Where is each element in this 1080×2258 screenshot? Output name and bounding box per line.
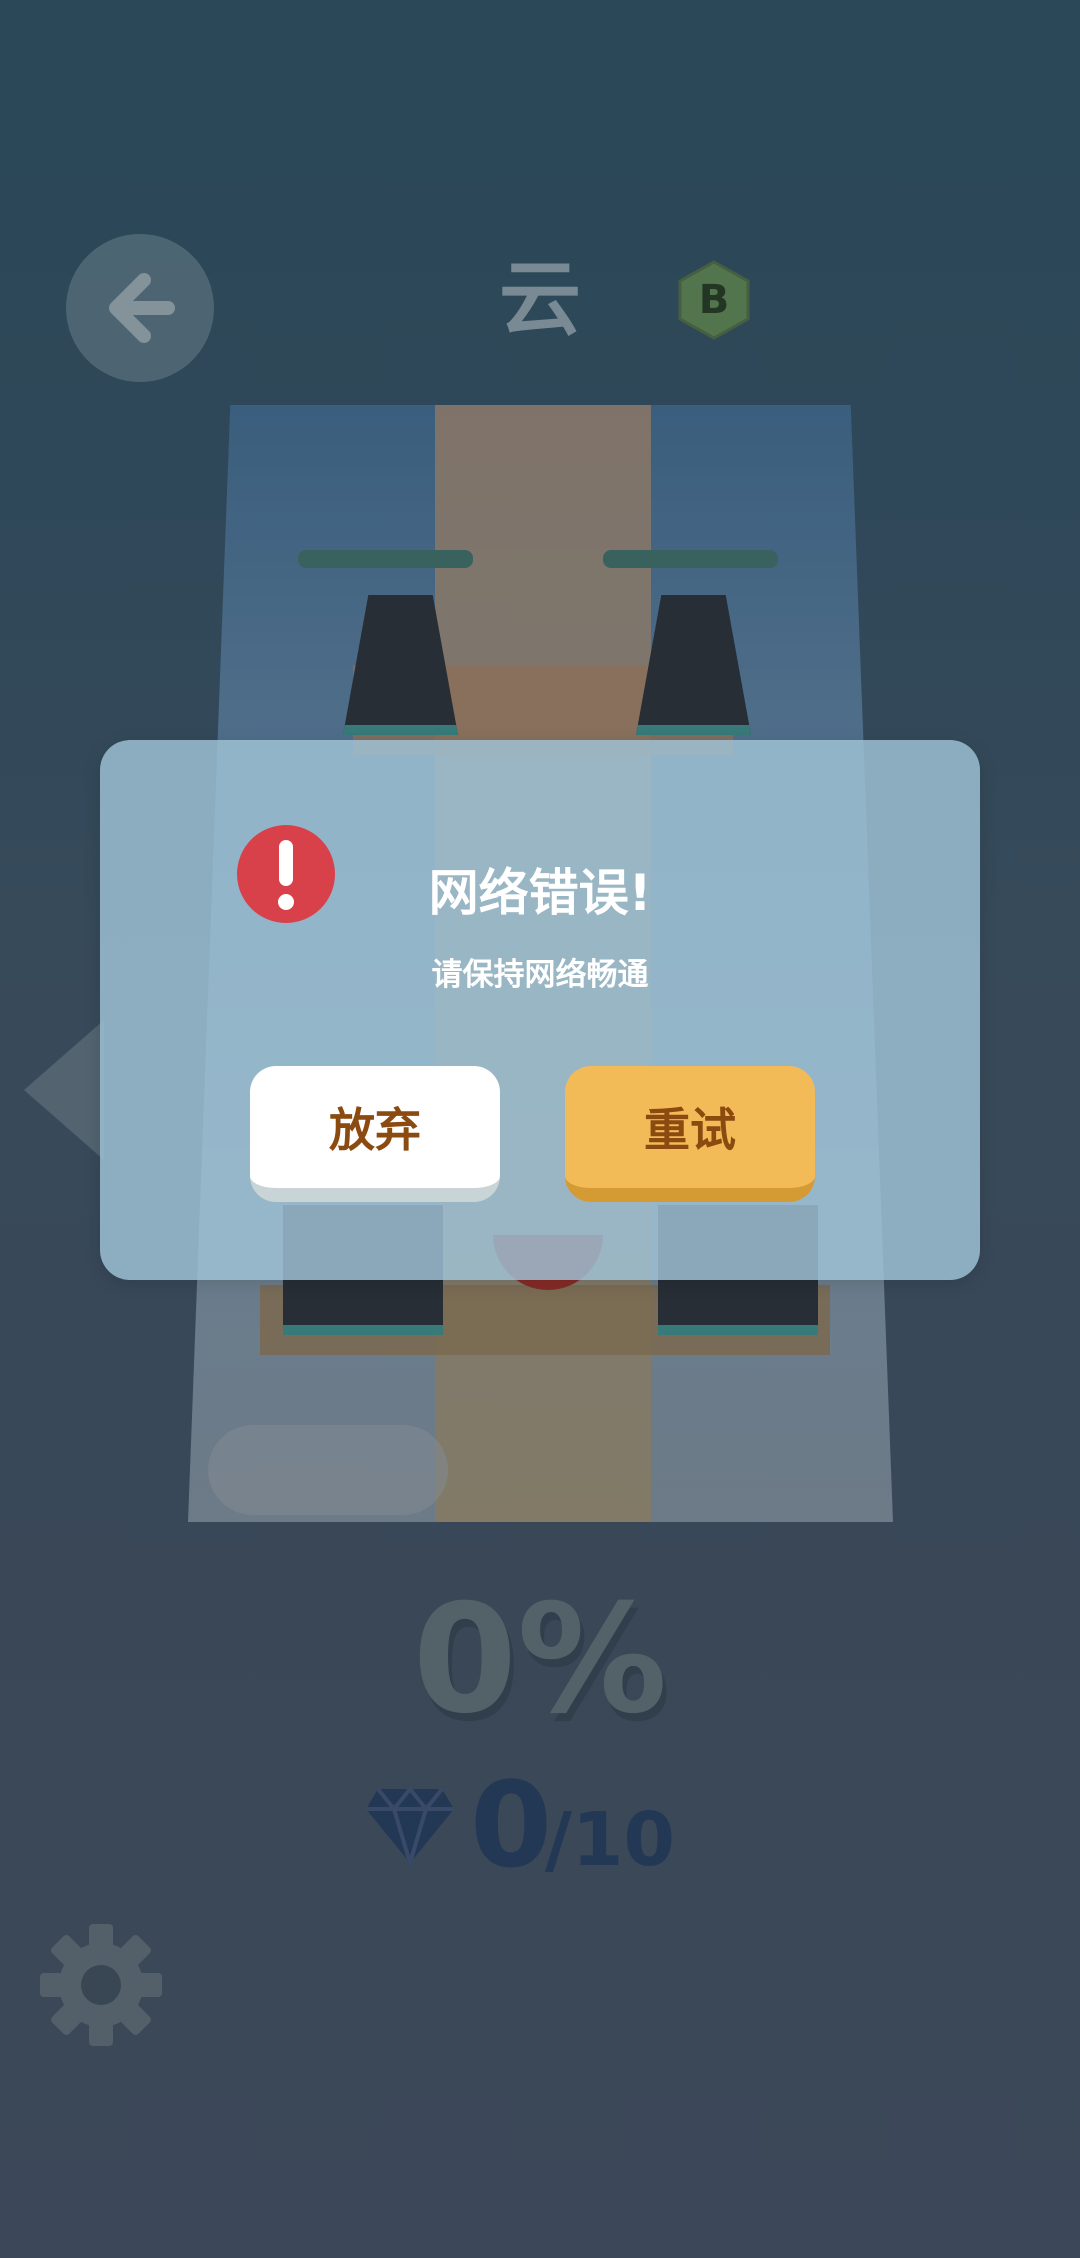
give-up-button[interactable]: 放弃	[250, 1066, 500, 1202]
dialog-title: 网络错误!	[428, 864, 652, 922]
retry-button[interactable]: 重试	[565, 1066, 815, 1202]
network-error-dialog: 网络错误! 请保持网络畅通 放弃 重试	[100, 740, 980, 1280]
dialog-message: 请保持网络畅通	[431, 957, 649, 993]
